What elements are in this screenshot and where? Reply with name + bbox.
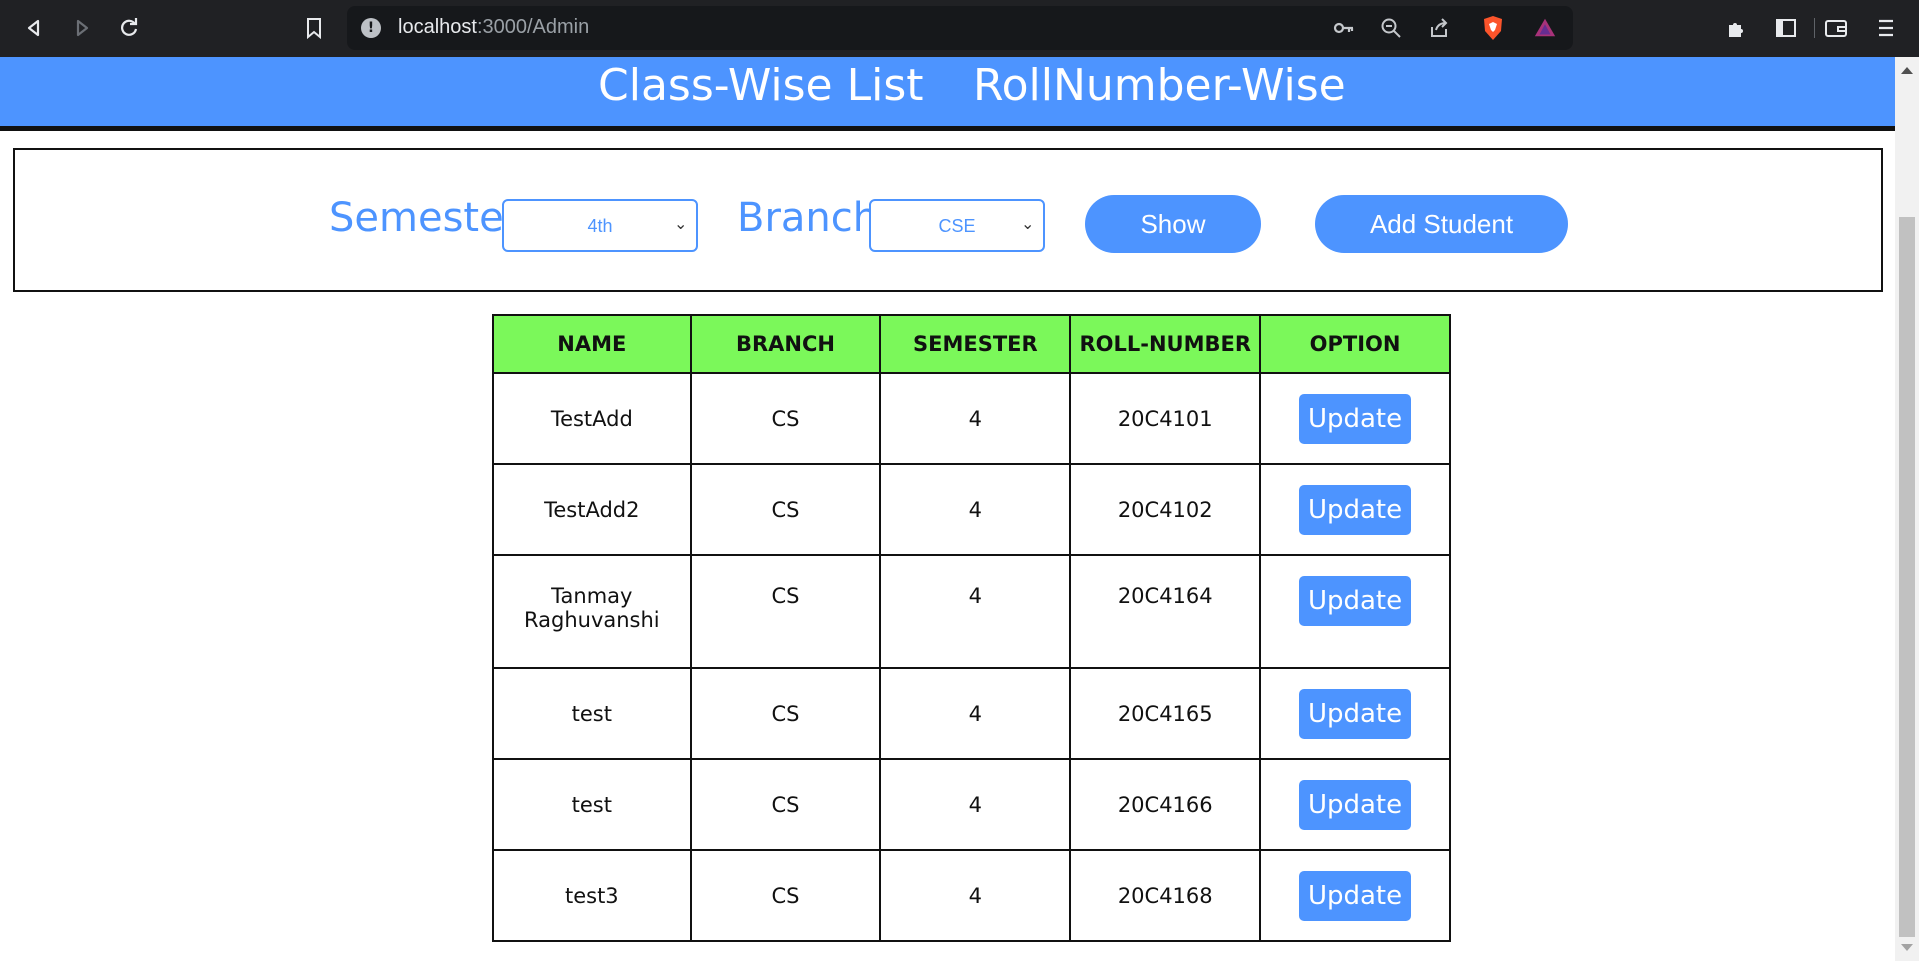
cell-roll-number: 20C4101	[1069, 372, 1262, 465]
filter-panel: Semester 4th ⌄ Branch CSE ⌄ Show Add Stu…	[13, 148, 1883, 292]
show-button[interactable]: Show	[1085, 195, 1261, 253]
extensions-icon[interactable]	[1723, 14, 1751, 42]
update-button[interactable]: Update	[1299, 576, 1412, 626]
browser-toolbar: ! localhost:3000/Admin	[0, 0, 1919, 57]
nav-class-wise-list[interactable]: Class-Wise List	[598, 61, 924, 111]
update-button[interactable]: Update	[1299, 484, 1412, 535]
table-row: test CS 4 20C4165 Update	[492, 667, 1451, 760]
cell-roll-number: 20C4102	[1069, 463, 1262, 556]
update-button[interactable]: Update	[1299, 688, 1412, 739]
header-option: OPTION	[1259, 314, 1451, 374]
cell-branch: CS	[689, 849, 882, 942]
scroll-up-icon[interactable]	[1901, 67, 1913, 74]
table-header-row: NAME BRANCH SEMESTER ROLL-NUMBER OPTION	[492, 314, 1451, 374]
chevron-down-icon: ⌄	[1021, 216, 1035, 233]
cell-option: Update	[1259, 554, 1451, 669]
cell-semester: 4	[879, 849, 1072, 942]
address-bar[interactable]: ! localhost:3000/Admin	[347, 6, 1815, 50]
cell-semester: 4	[879, 667, 1072, 760]
url-text[interactable]: localhost:3000/Admin	[398, 16, 589, 39]
table-row: TestAdd2 CS 4 20C4102 Update	[492, 463, 1451, 556]
cell-roll-number: 20C4164	[1069, 554, 1262, 669]
menu-icon[interactable]	[1872, 14, 1900, 42]
cell-name: test3	[492, 849, 692, 942]
vertical-scrollbar[interactable]	[1895, 57, 1919, 961]
semester-value: 4th	[587, 216, 613, 236]
nav-rollnumber-wise[interactable]: RollNumber-Wise	[973, 61, 1346, 111]
cell-semester: 4	[879, 758, 1072, 851]
cell-branch: CS	[689, 758, 882, 851]
cell-name: test	[492, 758, 692, 851]
scrollbar-thumb[interactable]	[1899, 217, 1915, 937]
cell-roll-number: 20C4168	[1069, 849, 1262, 942]
branch-select[interactable]: CSE ⌄	[869, 199, 1045, 252]
branch-value: CSE	[938, 216, 976, 236]
cell-roll-number: 20C4165	[1069, 667, 1262, 760]
cell-branch: CS	[689, 667, 882, 760]
reload-icon[interactable]	[115, 14, 143, 42]
zoom-out-icon[interactable]	[1379, 16, 1403, 40]
cell-option: Update	[1259, 372, 1451, 465]
cell-name: TestAdd	[492, 372, 692, 465]
share-icon[interactable]	[1427, 16, 1451, 40]
sidebar-icon[interactable]	[1772, 14, 1800, 42]
update-button[interactable]: Update	[1299, 779, 1412, 830]
table-row: Tanmay Raghuvanshi CS 4 20C4164 Update	[492, 554, 1451, 669]
header-semester: SEMESTER	[879, 314, 1072, 374]
chevron-down-icon: ⌄	[674, 216, 688, 233]
cell-semester: 4	[879, 372, 1072, 465]
cell-branch: CS	[689, 554, 882, 669]
cell-name: Tanmay Raghuvanshi	[492, 554, 692, 669]
cell-semester: 4	[879, 463, 1072, 556]
table-row: test CS 4 20C4166 Update	[492, 758, 1451, 851]
semester-select[interactable]: 4th ⌄	[502, 199, 698, 252]
brave-shield-icon[interactable]	[1481, 16, 1505, 40]
wallet-icon[interactable]	[1822, 14, 1850, 42]
cell-roll-number: 20C4166	[1069, 758, 1262, 851]
semester-label: Semester	[329, 195, 521, 241]
cell-option: Update	[1259, 667, 1451, 760]
top-navbar: Class-Wise List RollNumber-Wise	[0, 57, 1895, 131]
brave-rewards-icon[interactable]	[1533, 16, 1557, 40]
omnibox-divider	[1814, 18, 1815, 38]
bookmark-icon[interactable]	[300, 14, 328, 42]
students-table: NAME BRANCH SEMESTER ROLL-NUMBER OPTION …	[492, 314, 1451, 942]
branch-label: Branch	[737, 195, 879, 241]
forward-icon[interactable]	[68, 14, 96, 42]
update-button[interactable]: Update	[1299, 393, 1412, 444]
update-button[interactable]: Update	[1299, 870, 1412, 921]
add-student-button[interactable]: Add Student	[1315, 195, 1568, 253]
back-icon[interactable]	[20, 14, 48, 42]
cell-option: Update	[1259, 849, 1451, 942]
cell-name: TestAdd2	[492, 463, 692, 556]
table-row: test3 CS 4 20C4168 Update	[492, 849, 1451, 942]
scroll-down-icon[interactable]	[1901, 944, 1913, 951]
site-info-icon[interactable]: !	[361, 18, 381, 38]
cell-name: test	[492, 667, 692, 760]
header-branch: BRANCH	[689, 314, 882, 374]
page-viewport: Class-Wise List RollNumber-Wise Semester…	[0, 57, 1895, 961]
key-icon[interactable]	[1332, 16, 1356, 40]
cell-option: Update	[1259, 463, 1451, 556]
cell-semester: 4	[879, 554, 1072, 669]
cell-branch: CS	[689, 463, 882, 556]
cell-option: Update	[1259, 758, 1451, 851]
header-roll-number: ROLL-NUMBER	[1069, 314, 1262, 374]
cell-branch: CS	[689, 372, 882, 465]
header-name: NAME	[492, 314, 692, 374]
table-row: TestAdd CS 4 20C4101 Update	[492, 372, 1451, 465]
